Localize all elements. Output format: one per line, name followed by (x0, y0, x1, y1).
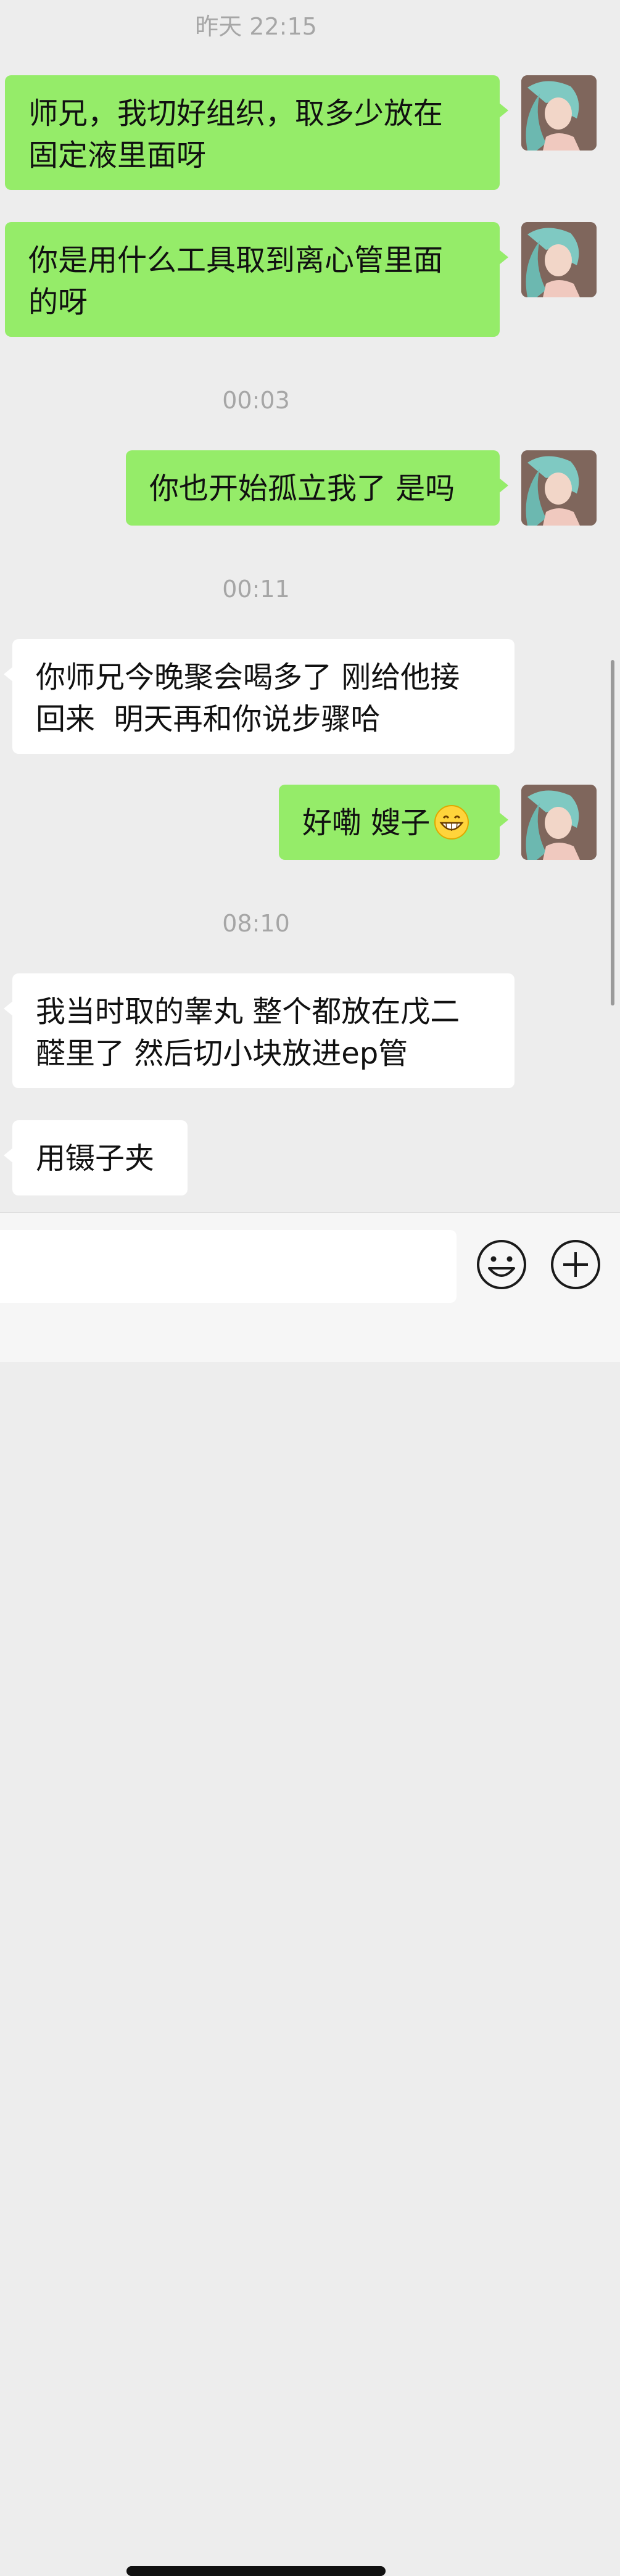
timestamp: 00:11 (222, 576, 290, 603)
chat-area[interactable]: 昨天 22:15 师兄，我切好组织，取多少放在 固定液里面呀 你是用什么工具取到… (0, 0, 620, 1212)
avatar-image (521, 785, 597, 860)
message-input[interactable] (0, 1230, 457, 1303)
input-bar (0, 1212, 620, 2576)
message-bubble-outgoing[interactable]: 你是用什么工具取到离心管里面 的呀 (5, 222, 508, 337)
avatar[interactable] (521, 450, 597, 526)
avatar-image (521, 75, 597, 151)
scrollbar[interactable] (611, 660, 614, 1005)
avatar-image (521, 222, 597, 297)
grinning-emoji-icon (434, 804, 469, 851)
avatar-image (521, 450, 597, 526)
message-bubble-incoming[interactable]: 我当时取的睾丸 整个都放在戊二 醛里了 然后切小块放进ep管 (4, 973, 515, 1088)
emoji-button[interactable] (476, 1239, 527, 1290)
message-bubble-incoming[interactable]: 用镊子夹 (4, 1120, 188, 1195)
more-button[interactable] (550, 1239, 601, 1290)
timestamp: 08:10 (222, 910, 290, 937)
home-indicator[interactable] (126, 2566, 386, 2576)
plus-circle-icon (551, 1240, 600, 1289)
avatar[interactable] (521, 222, 597, 297)
avatar[interactable] (521, 785, 597, 860)
message-bubble-outgoing[interactable]: 你也开始孤立我了 是吗 (126, 450, 508, 526)
message-text: 好嘞 嫂子 (302, 806, 431, 840)
timestamp: 00:03 (222, 387, 290, 414)
message-bubble-outgoing[interactable]: 好嘞 嫂子 (279, 785, 508, 860)
message-bubble-outgoing[interactable]: 师兄，我切好组织，取多少放在 固定液里面呀 (5, 75, 508, 190)
message-bubble-incoming[interactable]: 你师兄今晚聚会喝多了 刚给他接 回来 明天再和你说步骤哈 (4, 639, 515, 754)
avatar[interactable] (521, 75, 597, 151)
timestamp: 昨天 22:15 (195, 13, 317, 40)
smiley-icon (477, 1240, 526, 1289)
